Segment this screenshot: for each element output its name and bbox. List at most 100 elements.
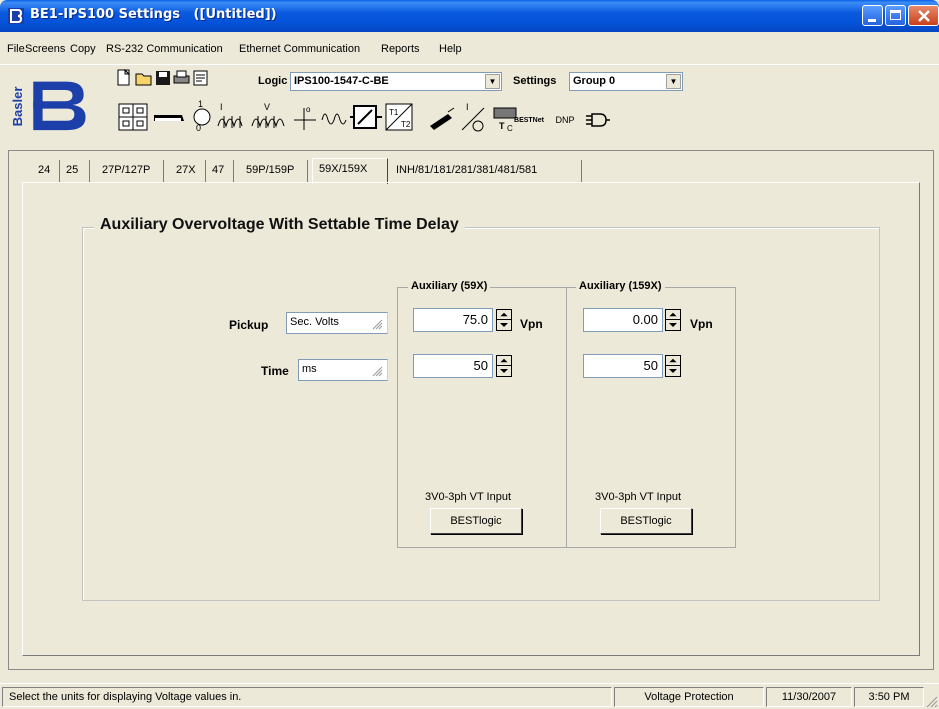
tab-27x[interactable]: 27X bbox=[176, 160, 206, 182]
tab-47[interactable]: 47 bbox=[212, 160, 234, 182]
app-window: BE1-IPS100 Settings ([Untitled]) File Sc… bbox=[0, 0, 939, 709]
time-units-value: ms bbox=[302, 363, 317, 375]
svg-text:T1: T1 bbox=[389, 108, 399, 117]
aux-59x-time-input[interactable]: 50 bbox=[413, 354, 493, 378]
tab-25[interactable]: 25 bbox=[66, 160, 90, 182]
title-bar[interactable]: BE1-IPS100 Settings ([Untitled]) bbox=[0, 0, 939, 32]
status-time: 3:50 PM bbox=[854, 687, 924, 707]
resize-grip-icon[interactable] bbox=[924, 694, 938, 708]
communication-icon bbox=[154, 115, 184, 121]
aux-159x-pickup-input[interactable]: 0.00 bbox=[583, 308, 663, 332]
function-toolbar: 10 I V o T1T2 I TC bbox=[118, 99, 517, 133]
close-icon bbox=[918, 10, 930, 22]
stepper-down-icon[interactable] bbox=[497, 320, 511, 330]
svg-text:Basler: Basler bbox=[10, 86, 25, 126]
stepper-down-icon[interactable] bbox=[497, 366, 511, 376]
oscillography-icon bbox=[321, 113, 347, 125]
circuit-breaker-icon: 10 bbox=[193, 99, 211, 133]
timer-icon: T1T2 bbox=[385, 103, 413, 131]
aux-159x-bestlogic-button[interactable]: BESTlogic bbox=[600, 508, 692, 534]
aux-59x-time-stepper[interactable] bbox=[496, 355, 512, 377]
basler-app-icon bbox=[8, 8, 24, 24]
aux-159x-time-input[interactable]: 50 bbox=[583, 354, 663, 378]
minimize-button[interactable] bbox=[862, 5, 883, 26]
save-icon bbox=[156, 71, 170, 85]
menu-rs232[interactable]: RS-232 Communication bbox=[106, 43, 223, 55]
time-label: Time bbox=[261, 364, 289, 378]
analog-input-icon: I bbox=[461, 102, 485, 132]
resize-grip-icon bbox=[372, 319, 383, 330]
aux-59x-pickup-stepper[interactable] bbox=[496, 309, 512, 331]
maximize-icon bbox=[890, 10, 901, 20]
tab-27p-127p[interactable]: 27P/127P bbox=[102, 160, 164, 182]
dnp-button[interactable]: DNP bbox=[552, 104, 578, 136]
aux-59x-pickup-unit: Vpn bbox=[520, 317, 543, 331]
svg-text:T: T bbox=[499, 121, 505, 131]
menu-ethernet[interactable]: Ethernet Communication bbox=[239, 43, 360, 55]
stepper-up-icon[interactable] bbox=[666, 356, 680, 366]
pickup-label: Pickup bbox=[229, 318, 269, 332]
settings-select-value: Group 0 bbox=[573, 75, 616, 87]
svg-text:I: I bbox=[466, 102, 469, 112]
menu-file[interactable]: File bbox=[7, 43, 25, 55]
aux-59x-pickup-input[interactable]: 75.0 bbox=[413, 308, 493, 332]
voltage-protection-icon: V bbox=[251, 102, 285, 128]
resize-grip-icon bbox=[372, 366, 383, 377]
bestnet-button[interactable]: BESTNet bbox=[512, 104, 546, 136]
stepper-up-icon[interactable] bbox=[497, 310, 511, 320]
minimize-icon bbox=[868, 19, 876, 22]
menu-screens[interactable]: Screens bbox=[25, 43, 65, 55]
stepper-down-icon[interactable] bbox=[666, 320, 680, 330]
stepper-down-icon[interactable] bbox=[666, 366, 680, 376]
output-contact-icon[interactable] bbox=[584, 110, 612, 130]
window-title: BE1-IPS100 Settings ([Untitled]) bbox=[30, 7, 277, 22]
pickup-units-select[interactable]: Sec. Volts bbox=[286, 312, 388, 334]
stepper-up-icon[interactable] bbox=[497, 356, 511, 366]
tab-59x-159x[interactable]: 59X/159X bbox=[312, 158, 388, 184]
aux-59x-input-label: 3V0-3ph VT Input bbox=[425, 491, 512, 503]
new-file-icon bbox=[117, 69, 131, 86]
logic-select[interactable]: IPS100-1547-C-BE ▼ bbox=[290, 72, 502, 91]
stepper-up-icon[interactable] bbox=[666, 310, 680, 320]
dropdown-arrow-icon[interactable]: ▼ bbox=[666, 74, 681, 89]
menu-reports[interactable]: Reports bbox=[381, 43, 420, 55]
svg-text:0: 0 bbox=[196, 123, 201, 133]
basler-logo: Basler bbox=[10, 76, 90, 132]
current-protection-icon: I bbox=[217, 102, 243, 128]
settings-label: Settings bbox=[513, 75, 557, 87]
svg-text:o: o bbox=[306, 105, 311, 114]
svg-text:T2: T2 bbox=[401, 120, 411, 129]
aux-159x-pickup-stepper[interactable] bbox=[665, 309, 681, 331]
pickup-units-value: Sec. Volts bbox=[290, 316, 339, 328]
probe-icon bbox=[430, 107, 455, 130]
aux-159x-pickup-unit: Vpn bbox=[690, 317, 713, 331]
close-button[interactable] bbox=[908, 5, 939, 26]
reclosing-icon: o bbox=[294, 105, 316, 130]
menu-help[interactable]: Help bbox=[439, 43, 462, 55]
tab-59p-159p[interactable]: 59P/159P bbox=[246, 160, 308, 182]
time-units-select[interactable]: ms bbox=[298, 359, 388, 381]
aux-159x-input-label: 3V0-3ph VT Input bbox=[595, 491, 682, 503]
tab-24[interactable]: 24 bbox=[38, 160, 60, 182]
maximize-button[interactable] bbox=[885, 5, 906, 26]
status-date: 11/30/2007 bbox=[766, 687, 852, 707]
toolbar-separator bbox=[0, 64, 939, 65]
print-icon bbox=[173, 70, 190, 84]
open-folder-icon bbox=[135, 73, 152, 86]
aux-59x-title: Auxiliary (59X) bbox=[408, 280, 491, 292]
aux-159x-time-stepper[interactable] bbox=[665, 355, 681, 377]
dropdown-arrow-icon[interactable]: ▼ bbox=[485, 74, 500, 89]
menu-copy[interactable]: Copy bbox=[70, 43, 96, 55]
tab-inh-81[interactable]: INH/81/181/281/381/481/581 bbox=[394, 160, 582, 182]
svg-text:V: V bbox=[264, 102, 270, 112]
settings-select[interactable]: Group 0 ▼ bbox=[569, 72, 683, 91]
general-settings-icon bbox=[118, 103, 148, 131]
properties-icon bbox=[193, 70, 208, 86]
aux-59x-bestlogic-button[interactable]: BESTlogic bbox=[430, 508, 522, 534]
svg-text:I: I bbox=[220, 102, 223, 112]
status-section: Voltage Protection bbox=[614, 687, 764, 707]
file-toolbar bbox=[117, 69, 208, 86]
logic-gate-icon bbox=[350, 105, 382, 129]
status-message: Select the units for displaying Voltage … bbox=[2, 687, 612, 707]
svg-text:1: 1 bbox=[198, 99, 203, 109]
